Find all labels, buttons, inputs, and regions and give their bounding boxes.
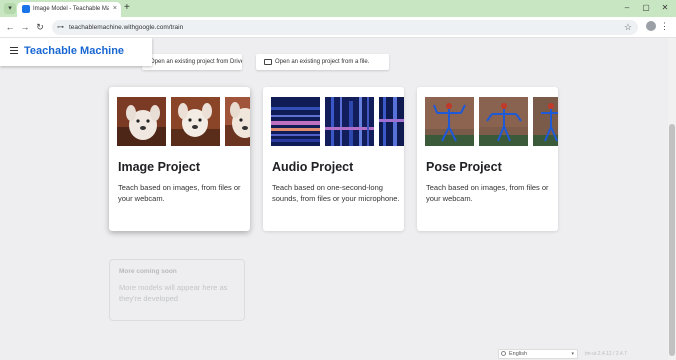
pose-thumbnail-image (479, 97, 528, 146)
image-project-card[interactable]: Image Project Teach based on images, fro… (109, 87, 250, 231)
brand-logo-text[interactable]: Teachable Machine (24, 44, 124, 58)
pose-thumbnail-image (533, 97, 558, 146)
card-description: Teach based on one-second-long sounds, f… (272, 183, 400, 203)
pose-project-thumbnails (425, 97, 558, 146)
hamburger-menu-icon[interactable] (10, 47, 18, 54)
caret-down-icon: ▾ (571, 351, 574, 357)
page-scrollbar[interactable] (668, 38, 676, 360)
profile-avatar-icon[interactable] (646, 21, 656, 31)
open-from-file-label: Open an existing project from a file. (275, 59, 370, 65)
reload-icon[interactable]: ↻ (34, 21, 46, 33)
forward-arrow-icon[interactable]: → (19, 21, 31, 33)
folder-icon (264, 59, 272, 65)
card-title: Audio Project (272, 160, 354, 174)
url-text[interactable]: teachablemachine.withgoogle.com/train (69, 22, 183, 33)
card-description: Teach based on images, from files or you… (118, 183, 241, 203)
dog-thumbnail-image (117, 97, 166, 146)
audio-project-card[interactable]: Audio Project Teach based on one-second-… (263, 87, 404, 231)
dog-thumbnail-image (171, 97, 220, 146)
tab-title: Image Model - Teachable Machine (33, 6, 109, 12)
card-title: Image Project (118, 160, 200, 174)
globe-icon (501, 351, 506, 356)
coming-soon-card: More coming soon More models will appear… (109, 259, 245, 321)
coming-soon-title: More coming soon (119, 268, 177, 275)
site-info-icon[interactable]: ⊶ (57, 22, 64, 33)
spectrogram-thumbnail-image (325, 97, 374, 146)
browser-menu-icon[interactable]: ⋮ (660, 20, 669, 32)
chevron-down-icon[interactable]: ▾ (4, 3, 16, 14)
app-header: Teachable Machine (0, 38, 152, 66)
spectrogram-thumbnail-image (379, 97, 404, 146)
image-project-thumbnails (117, 97, 250, 146)
pose-thumbnail-image (425, 97, 474, 146)
close-icon[interactable]: × (113, 4, 117, 14)
teachable-machine-favicon-icon (22, 5, 30, 13)
browser-tab[interactable]: Image Model - Teachable Machine × (17, 2, 121, 17)
card-description: Teach based on images, from files or you… (426, 183, 549, 203)
pose-project-card[interactable]: Pose Project Teach based on images, from… (417, 87, 558, 231)
version-text: tm-ui-2.4.12 / 2.4.7 (585, 351, 627, 357)
coming-soon-description: More models will appear here as they're … (119, 283, 228, 303)
dog-thumbnail-image (225, 97, 250, 146)
audio-project-thumbnails (271, 97, 404, 146)
spectrogram-thumbnail-image (271, 97, 320, 146)
new-tab-plus-icon[interactable]: + (124, 1, 130, 15)
language-select[interactable]: English ▾ (498, 349, 578, 359)
card-title: Pose Project (426, 160, 502, 174)
bookmark-star-icon[interactable]: ☆ (624, 21, 632, 33)
maximize-icon[interactable]: ▢ (639, 1, 653, 15)
browser-toolbar: ← → ↻ ⊶ teachablemachine.withgoogle.com/… (0, 17, 676, 38)
page-content: Open an existing project from Drive. Ope… (0, 38, 668, 360)
scrollbar-thumb[interactable] (669, 124, 675, 356)
minimize-icon[interactable]: – (620, 1, 634, 15)
language-label: English (509, 351, 528, 357)
open-from-file-button[interactable]: Open an existing project from a file. (256, 54, 389, 70)
address-bar[interactable]: ⊶ teachablemachine.withgoogle.com/train … (52, 20, 638, 35)
browser-tab-bar: ▾ Image Model - Teachable Machine × + – … (0, 0, 676, 17)
back-arrow-icon[interactable]: ← (4, 21, 16, 33)
open-from-drive-button[interactable]: Open an existing project from Drive. (142, 54, 242, 70)
window-close-icon[interactable]: ✕ (658, 1, 672, 15)
